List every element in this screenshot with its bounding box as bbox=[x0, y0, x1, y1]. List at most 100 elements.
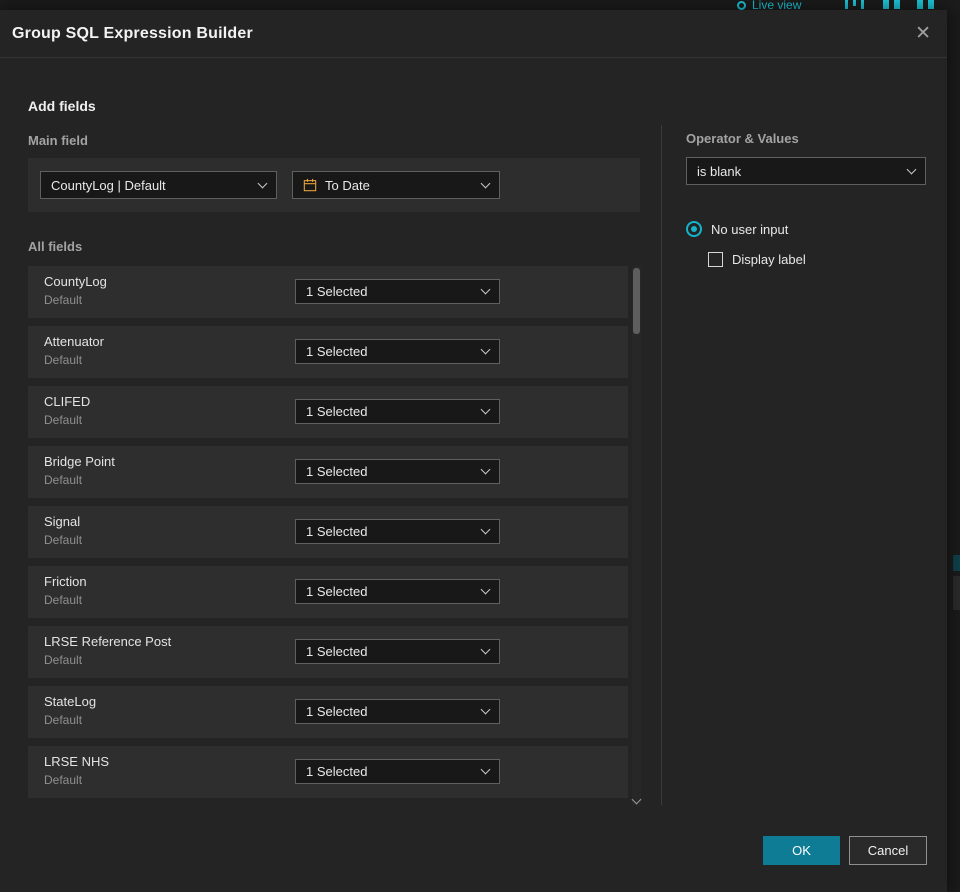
field-subtitle: Default bbox=[44, 653, 83, 667]
field-name: LRSE Reference Post bbox=[44, 634, 172, 649]
column-divider bbox=[661, 125, 662, 805]
field-selection-dropdown[interactable]: 1 Selected bbox=[295, 339, 500, 364]
field-row: CountyLog Default 1 Selected bbox=[28, 266, 628, 318]
field-row: StateLog Default 1 Selected bbox=[28, 686, 628, 738]
field-selection-value: 1 Selected bbox=[306, 404, 368, 419]
field-selection-value: 1 Selected bbox=[306, 344, 368, 359]
live-view-indicator: Live view bbox=[737, 0, 801, 10]
app-backdrop-right bbox=[947, 10, 960, 892]
app-backdrop: Live view bbox=[0, 0, 960, 10]
chart-bar-icon bbox=[861, 0, 864, 9]
field-selection-dropdown[interactable]: 1 Selected bbox=[295, 279, 500, 304]
field-name: Signal bbox=[44, 514, 81, 529]
field-subtitle: Default bbox=[44, 593, 83, 607]
no-user-input-label: No user input bbox=[711, 221, 789, 237]
field-selection-dropdown[interactable]: 1 Selected bbox=[295, 699, 500, 724]
scrollbar-thumb[interactable] bbox=[633, 268, 640, 334]
field-name: Friction bbox=[44, 574, 87, 589]
field-subtitle: Default bbox=[44, 533, 83, 547]
field-selection-dropdown[interactable]: 1 Selected bbox=[295, 579, 500, 604]
field-row: LRSE Reference Post Default 1 Selected bbox=[28, 626, 628, 678]
dialog-header: Group SQL Expression Builder ✕ bbox=[0, 10, 947, 58]
toolbar-button-fragment bbox=[894, 0, 900, 9]
chevron-down-icon bbox=[480, 284, 491, 295]
field-row: Attenuator Default 1 Selected bbox=[28, 326, 628, 378]
field-selection-value: 1 Selected bbox=[306, 584, 368, 599]
toolbar-button-fragment bbox=[917, 0, 923, 9]
field-selection-value: 1 Selected bbox=[306, 464, 368, 479]
field-row: Bridge Point Default 1 Selected bbox=[28, 446, 628, 498]
chevron-down-icon bbox=[480, 764, 491, 775]
backdrop-fragment bbox=[953, 576, 960, 610]
chart-bar-icon bbox=[845, 0, 848, 9]
field-subtitle: Default bbox=[44, 773, 83, 787]
field-selection-value: 1 Selected bbox=[306, 644, 368, 659]
chevron-down-icon bbox=[480, 524, 491, 535]
no-user-input-radio[interactable]: No user input bbox=[686, 221, 788, 237]
ok-button[interactable]: OK bbox=[763, 836, 840, 865]
operator-values-label: Operator & Values bbox=[686, 131, 799, 146]
radio-selected-icon bbox=[686, 221, 702, 237]
field-subtitle: Default bbox=[44, 413, 83, 427]
field-selection-dropdown[interactable]: 1 Selected bbox=[295, 759, 500, 784]
field-name: CountyLog bbox=[44, 274, 107, 289]
cancel-button[interactable]: Cancel bbox=[849, 836, 927, 865]
field-selection-dropdown[interactable]: 1 Selected bbox=[295, 519, 500, 544]
field-name: CLIFED bbox=[44, 394, 91, 409]
dialog-footer: OK Cancel bbox=[763, 836, 927, 865]
date-field-dropdown[interactable]: To Date bbox=[292, 171, 500, 199]
backdrop-fragment bbox=[953, 555, 960, 571]
chevron-down-icon bbox=[480, 404, 491, 415]
add-fields-heading: Add fields bbox=[28, 98, 96, 114]
live-dot-icon bbox=[737, 1, 746, 10]
field-selection-value: 1 Selected bbox=[306, 704, 368, 719]
operator-dropdown-value: is blank bbox=[697, 163, 742, 179]
chevron-down-icon bbox=[906, 164, 917, 174]
toolbar-button-fragment bbox=[928, 0, 934, 9]
field-subtitle: Default bbox=[44, 353, 83, 367]
field-selection-dropdown[interactable]: 1 Selected bbox=[295, 459, 500, 484]
display-label-text: Display label bbox=[732, 252, 806, 267]
date-field-dropdown-value: To Date bbox=[325, 177, 370, 193]
dialog-title: Group SQL Expression Builder bbox=[12, 24, 253, 42]
all-fields-list: CountyLog Default 1 Selected Attenuator … bbox=[28, 266, 628, 806]
chevron-down-icon bbox=[480, 464, 491, 475]
field-name: Attenuator bbox=[44, 334, 104, 349]
chevron-down-icon bbox=[257, 178, 268, 188]
display-label-checkbox[interactable]: Display label bbox=[708, 252, 806, 267]
field-name: LRSE NHS bbox=[44, 754, 110, 769]
group-sql-expression-builder-dialog: Group SQL Expression Builder ✕ Add field… bbox=[0, 10, 947, 892]
scrollbar-down-arrow-icon[interactable] bbox=[631, 794, 642, 805]
chevron-down-icon bbox=[480, 178, 491, 188]
toolbar-button-fragment bbox=[883, 0, 889, 9]
main-field-dropdown-value: CountyLog | Default bbox=[51, 177, 166, 193]
field-row: CLIFED Default 1 Selected bbox=[28, 386, 628, 438]
field-row: Signal Default 1 Selected bbox=[28, 506, 628, 558]
field-row: LRSE NHS Default 1 Selected bbox=[28, 746, 628, 798]
operator-dropdown[interactable]: is blank bbox=[686, 157, 926, 185]
chevron-down-icon bbox=[480, 344, 491, 355]
checkbox-unchecked-icon bbox=[708, 252, 723, 267]
main-field-dropdown[interactable]: CountyLog | Default bbox=[40, 171, 277, 199]
field-row: Friction Default 1 Selected bbox=[28, 566, 628, 618]
field-selection-dropdown[interactable]: 1 Selected bbox=[295, 399, 500, 424]
main-field-panel: CountyLog | Default To Date bbox=[28, 158, 640, 212]
main-field-label: Main field bbox=[28, 133, 88, 148]
chevron-down-icon bbox=[480, 704, 491, 715]
all-fields-label: All fields bbox=[28, 239, 83, 254]
field-selection-value: 1 Selected bbox=[306, 524, 368, 539]
chart-bar-icon bbox=[853, 0, 856, 6]
fields-scrollbar[interactable] bbox=[631, 266, 642, 806]
field-subtitle: Default bbox=[44, 473, 83, 487]
field-name: StateLog bbox=[44, 694, 97, 709]
chevron-down-icon bbox=[480, 584, 491, 595]
field-subtitle: Default bbox=[44, 293, 83, 307]
close-icon[interactable]: ✕ bbox=[915, 24, 931, 43]
toolbar-icons-fragment bbox=[845, 0, 934, 10]
field-selection-value: 1 Selected bbox=[306, 764, 368, 779]
field-subtitle: Default bbox=[44, 713, 83, 727]
screen: Live view Group SQL Expression Builder ✕… bbox=[0, 0, 960, 892]
field-selection-dropdown[interactable]: 1 Selected bbox=[295, 639, 500, 664]
field-name: Bridge Point bbox=[44, 454, 115, 469]
calendar-icon bbox=[303, 178, 317, 192]
